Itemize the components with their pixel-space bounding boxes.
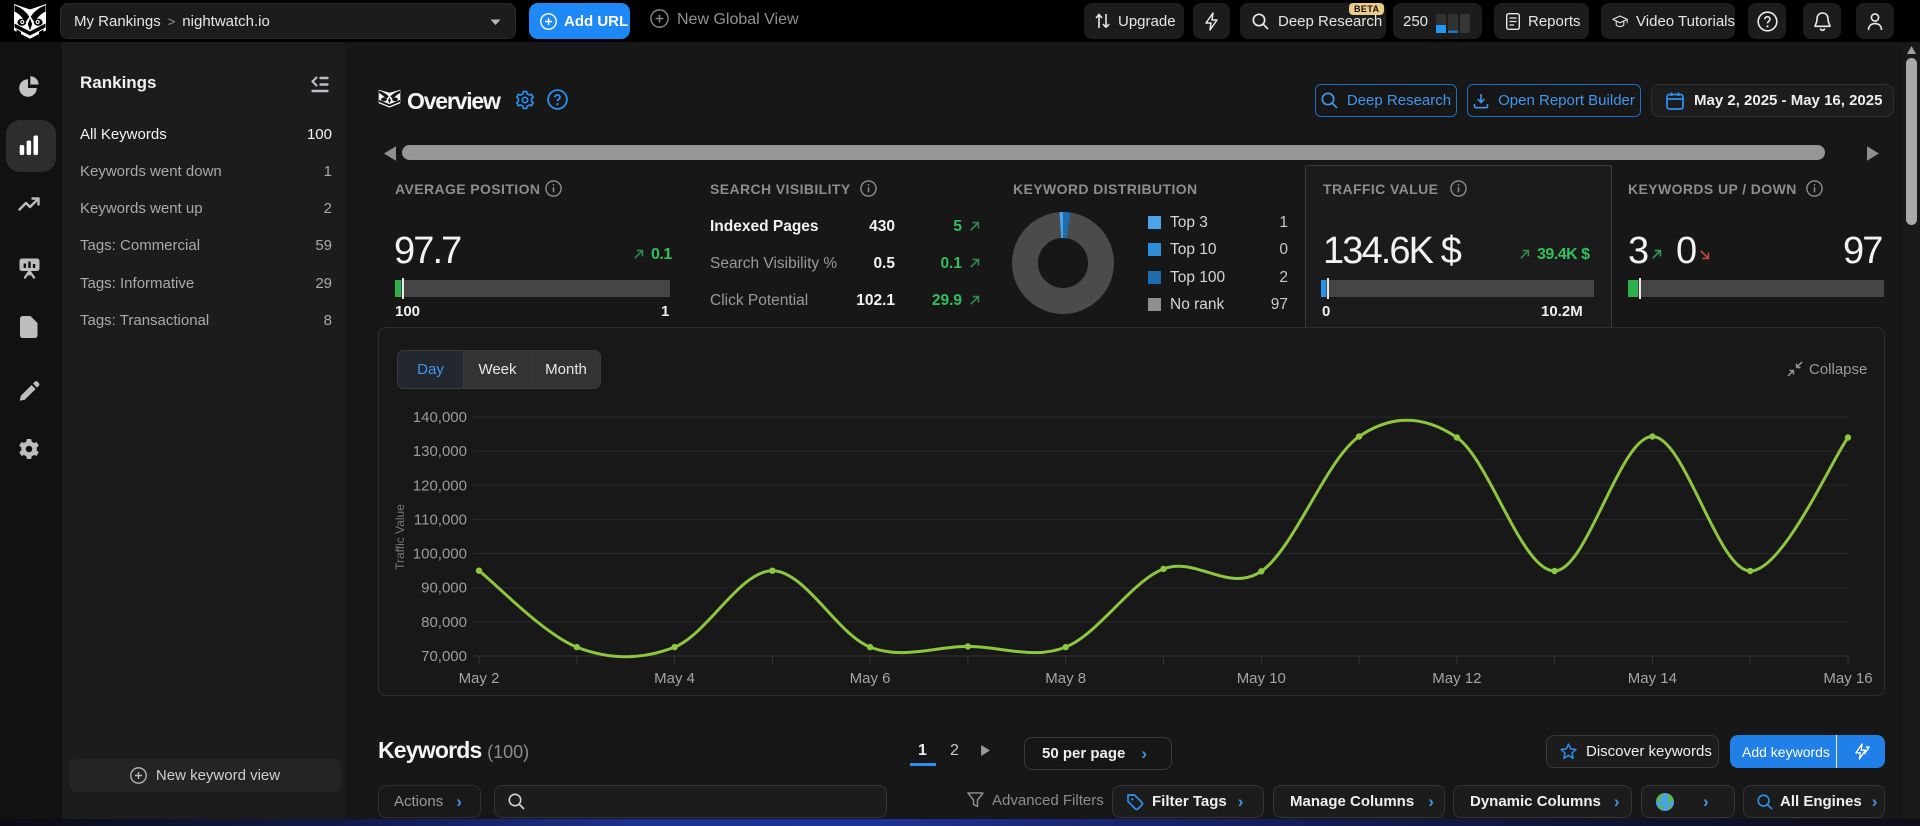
svg-text:130,000: 130,000 bbox=[413, 443, 467, 460]
svg-text:80,000: 80,000 bbox=[421, 614, 467, 631]
svg-text:May 6: May 6 bbox=[850, 670, 891, 687]
svg-text:120,000: 120,000 bbox=[413, 477, 467, 494]
svg-text:May 14: May 14 bbox=[1628, 670, 1677, 687]
svg-text:110,000: 110,000 bbox=[414, 511, 467, 528]
svg-text:May 10: May 10 bbox=[1237, 670, 1286, 687]
svg-text:May 2: May 2 bbox=[459, 670, 500, 687]
svg-text:May 8: May 8 bbox=[1045, 670, 1086, 687]
svg-text:90,000: 90,000 bbox=[421, 580, 467, 597]
svg-text:May 4: May 4 bbox=[654, 670, 695, 687]
svg-text:May 12: May 12 bbox=[1432, 670, 1481, 687]
svg-text:100,000: 100,000 bbox=[413, 546, 467, 563]
svg-text:Traffic Value: Traffic Value bbox=[393, 504, 407, 570]
svg-text:140,000: 140,000 bbox=[413, 409, 467, 426]
svg-text:70,000: 70,000 bbox=[421, 648, 467, 665]
svg-text:May 16: May 16 bbox=[1823, 670, 1872, 687]
